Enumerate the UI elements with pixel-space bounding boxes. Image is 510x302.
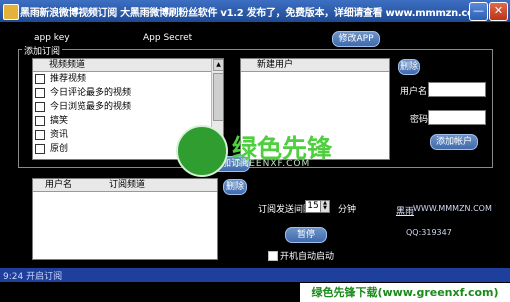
category-column-header-label: 视频频道 [49, 60, 86, 70]
column-header-channel: 订阅频道 [109, 180, 146, 190]
category-label: 原创 [50, 144, 69, 154]
category-column-header: 视频频道 [33, 59, 211, 72]
minimize-button[interactable]: — [469, 2, 488, 21]
site-url[interactable]: WWW.MMMZN.COM [413, 204, 492, 213]
category-checkbox[interactable] [35, 101, 45, 112]
username-label: 用户名 [400, 87, 428, 97]
new-user-column-header: 新建用户 [241, 59, 389, 72]
category-checkbox[interactable] [35, 73, 45, 84]
category-item[interactable]: 今日评论最多的视频 [35, 87, 131, 100]
close-button[interactable]: ✕ [489, 2, 508, 21]
category-checkbox[interactable] [35, 143, 45, 154]
category-checkbox[interactable] [35, 115, 45, 126]
new-user-column-header-label: 新建用户 [257, 60, 294, 70]
qq-contact: QQ:319347 [406, 228, 452, 237]
modify-app-button[interactable]: 修改APP [332, 31, 380, 47]
footer-brand: 绿色先锋下载(www.greenxf.com) [300, 283, 510, 302]
site-name-link[interactable]: 黑雨 [396, 204, 414, 217]
leaf-logo-icon [176, 125, 228, 177]
subscriptions-table-header: 用户名 订阅频道 [33, 179, 217, 192]
category-label: 搞笑 [50, 116, 69, 126]
interval-input[interactable]: 15 [305, 200, 321, 213]
add-account-button[interactable]: 添加帐户 [430, 134, 478, 150]
category-item[interactable]: 搞笑 [35, 115, 68, 128]
interval-spinner[interactable]: ▲ ▼ [320, 200, 330, 213]
autostart-checkbox[interactable] [268, 251, 278, 261]
pause-button[interactable]: 暂停 [285, 227, 327, 243]
status-text: 9:24 开启订阅 [3, 272, 63, 282]
watermark: 绿色先锋 GREENXF.COM [176, 125, 376, 177]
scroll-thumb[interactable] [213, 73, 223, 121]
app-secret-label: App Secret [143, 33, 193, 43]
interval-label: 订阅发送间隔 [258, 205, 313, 215]
category-item[interactable]: 推荐视频 [35, 73, 86, 86]
autostart-label: 开机自动启动 [280, 252, 335, 262]
app-icon [3, 4, 19, 20]
category-item[interactable]: 资讯 [35, 129, 68, 142]
category-label: 今日评论最多的视频 [50, 88, 132, 98]
subscriptions-table[interactable]: 用户名 订阅频道 [32, 178, 218, 260]
status-bar: 9:24 开启订阅 [0, 268, 510, 282]
category-label: 资讯 [50, 130, 69, 140]
watermark-sub: GREENXF.COM [234, 159, 311, 169]
column-header-username: 用户名 [45, 180, 73, 190]
password-label: 密码 [410, 115, 429, 125]
password-input[interactable] [428, 110, 486, 125]
delete-user-button[interactable]: 删除 [398, 59, 420, 75]
delete-subscription-button[interactable]: 删除 [223, 179, 247, 195]
category-checkbox[interactable] [35, 87, 45, 98]
scroll-up-icon[interactable]: ▲ [213, 59, 223, 71]
category-label: 今日浏览最多的视频 [50, 102, 132, 112]
app-key-label: app key [34, 33, 70, 43]
category-item[interactable]: 今日浏览最多的视频 [35, 101, 131, 114]
category-checkbox[interactable] [35, 129, 45, 140]
username-input[interactable] [428, 82, 486, 97]
interval-unit: 分钟 [338, 205, 357, 215]
category-label: 推荐视频 [50, 74, 87, 84]
add-subscription-group-label: 添加订阅 [22, 44, 63, 57]
window-title: 黑雨新浪微博视频订阅 大黑雨微博刷粉丝软件 v1.2 发布了，免费版本，详细请查… [20, 8, 484, 19]
category-item[interactable]: 原创 [35, 143, 68, 156]
title-bar: 黑雨新浪微博视频订阅 大黑雨微博刷粉丝软件 v1.2 发布了，免费版本，详细请查… [0, 0, 510, 22]
